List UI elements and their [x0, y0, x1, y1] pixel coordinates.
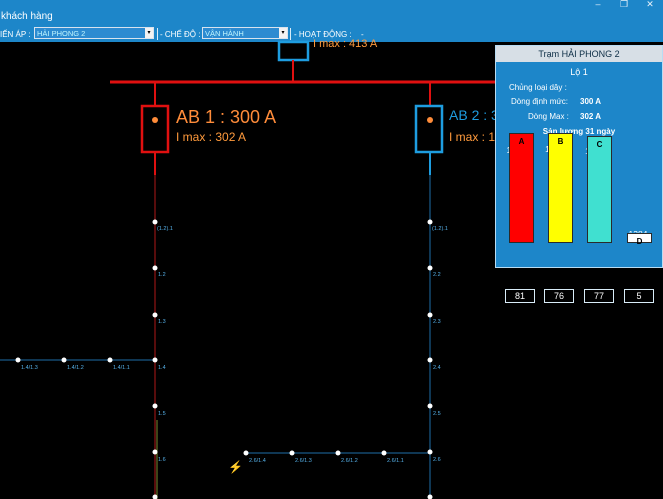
node-label: 2.6/1.2	[341, 458, 358, 464]
node-label: 2.6/1.4	[249, 458, 266, 464]
node-label: 1.3	[158, 319, 166, 325]
node[interactable]	[335, 450, 341, 456]
rated-current-label: Dòng định mức:	[511, 97, 568, 106]
phase-c-label: C	[596, 140, 603, 149]
node[interactable]	[243, 450, 249, 456]
node[interactable]	[427, 494, 433, 499]
node-label: 1.6	[158, 457, 166, 463]
breaker-ab1-imax: I max : 302 A	[176, 130, 246, 144]
breaker-ab1-indicator	[152, 117, 158, 123]
breaker-ab2-imax: I max : 1	[449, 130, 495, 144]
node-label: 2.2	[433, 272, 441, 278]
node[interactable]	[61, 357, 67, 363]
phase-c-bar[interactable]: C	[587, 136, 612, 243]
node[interactable]	[427, 403, 433, 409]
node-label: 2.5	[433, 411, 441, 417]
rated-current-value: 300 A	[580, 97, 602, 106]
phase-d-label: D	[636, 237, 643, 246]
phase-b-label: B	[557, 137, 564, 146]
node-label: 1.4/1.2	[67, 365, 84, 371]
node[interactable]	[427, 357, 433, 363]
node[interactable]	[152, 403, 158, 409]
node[interactable]	[381, 450, 387, 456]
node[interactable]	[427, 265, 433, 271]
max-current-label: Dòng Max :	[528, 112, 569, 121]
node-label: 2.6/1.1	[387, 458, 404, 464]
node-label: 2.4	[433, 365, 441, 371]
node[interactable]	[289, 450, 295, 456]
node[interactable]	[152, 265, 158, 271]
breaker-ab2-indicator	[427, 117, 433, 123]
phase-d-count: 5	[624, 289, 654, 303]
phase-a-bar[interactable]: A	[509, 133, 534, 243]
node-label: 2.6/1.3	[295, 458, 312, 464]
node-label: 2.6	[433, 457, 441, 463]
breaker-ab1[interactable]	[140, 104, 170, 154]
breaker-ab2-label: AB 2 : 3	[449, 107, 499, 123]
node-label: 1.4/1.3	[21, 365, 38, 371]
feeder-name: Lộ 1	[570, 67, 588, 77]
top-imax-label: I max : 413 A	[313, 38, 378, 50]
node[interactable]	[152, 449, 158, 455]
phase-d-bar[interactable]: D	[627, 233, 652, 246]
panel-title: Trạm HẢI PHONG 2	[496, 46, 662, 62]
feeder-2-nodes: (1.2).1 2.2 2.3 2.4 2.5 2.6	[427, 219, 448, 499]
node[interactable]	[15, 357, 21, 363]
phase-a-label: A	[518, 137, 525, 146]
node[interactable]	[427, 449, 433, 455]
node-label: 1.5	[158, 411, 166, 417]
phase-b-bar[interactable]: B	[548, 133, 573, 243]
branch-end-marker: ⚡	[228, 460, 243, 474]
feeder-1-nodes: (1.2).1 1.2 1.3 1.4 1.5 1.6	[152, 219, 173, 499]
node-label: 1.4/1.1	[113, 365, 130, 371]
phase-b-count: 76	[544, 289, 574, 303]
wire-type-label: Chủng loại dây :	[509, 83, 567, 92]
node-label: (1.2).1	[432, 226, 448, 232]
node-label: 1.4	[158, 365, 166, 371]
node[interactable]	[427, 219, 433, 225]
node-label: 2.3	[433, 319, 441, 325]
breaker-ab1-label: AB 1 : 300 A	[176, 107, 276, 127]
phase-c-count: 77	[584, 289, 614, 303]
max-current-value: 302 A	[580, 112, 602, 121]
station-info-panel: Trạm HẢI PHONG 2 Lộ 1 Chủng loại dây : D…	[495, 45, 663, 303]
node[interactable]	[107, 357, 113, 363]
node[interactable]	[152, 219, 158, 225]
node-label: 1.2	[158, 272, 166, 278]
node-label: (1.2).1	[157, 226, 173, 232]
top-breaker[interactable]	[277, 40, 310, 62]
phase-a-count: 81	[505, 289, 535, 303]
node[interactable]	[152, 357, 158, 363]
breaker-ab2[interactable]	[414, 104, 444, 154]
node[interactable]	[152, 312, 158, 318]
node[interactable]	[427, 312, 433, 318]
